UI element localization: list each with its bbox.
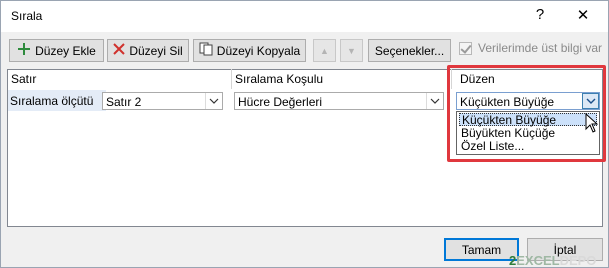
copy-level-label: Düzeyi Kopyala [216, 43, 301, 58]
move-up-button[interactable]: ▲ [313, 39, 336, 62]
help-button[interactable]: ? [533, 6, 547, 23]
column-divider [231, 69, 232, 89]
ok-button[interactable]: Tamam [444, 238, 519, 261]
sort-dialog: Sırala ? ✕ Düzey Ekle Düzeyi Sil Düzeyi … [0, 0, 609, 268]
add-level-button[interactable]: Düzey Ekle [9, 39, 104, 62]
title-bar: Sırala ? ✕ [1, 1, 608, 32]
add-level-label: Düzey Ekle [35, 43, 96, 58]
header-checkbox-row[interactable]: Verilerimde üst bilgi var [459, 41, 602, 55]
delete-level-label: Düzeyi Sil [129, 43, 183, 58]
mouse-cursor-icon [585, 112, 599, 136]
dialog-title: Sırala [11, 9, 43, 23]
header-checkbox[interactable] [459, 41, 472, 55]
move-down-button[interactable]: ▼ [340, 39, 363, 62]
chevron-down-icon[interactable] [205, 93, 222, 109]
arrow-up-icon: ▲ [320, 45, 329, 56]
ok-label: Tamam [461, 242, 502, 257]
column-header-column: Satır [11, 72, 37, 86]
options-button[interactable]: Seçenekler... [368, 39, 451, 62]
column-select-value: Satır 2 [106, 95, 142, 109]
annotation-highlight-box [447, 65, 606, 162]
close-button[interactable]: ✕ [575, 6, 591, 24]
copy-level-button[interactable]: Düzeyi Kopyala [193, 39, 306, 62]
chevron-down-icon[interactable] [426, 93, 443, 109]
sort-on-select[interactable]: Hücre Değerleri [234, 92, 444, 110]
delete-x-icon [113, 43, 126, 58]
watermark-logo: 2EXCELDEPO [509, 253, 597, 268]
column-header-sort-on: Sıralama Koşulu [235, 72, 324, 86]
copy-icon [199, 42, 213, 59]
options-label: Seçenekler... [374, 43, 445, 58]
sort-on-select-value: Hücre Değerleri [238, 95, 323, 109]
sort-by-label: Sıralama ölçütü [10, 94, 94, 108]
column-select[interactable]: Satır 2 [102, 92, 223, 110]
plus-icon [17, 42, 31, 59]
arrow-down-icon: ▼ [347, 45, 356, 56]
header-checkbox-label: Verilerimde üst bilgi var [478, 41, 603, 55]
delete-level-button[interactable]: Düzeyi Sil [107, 39, 189, 62]
